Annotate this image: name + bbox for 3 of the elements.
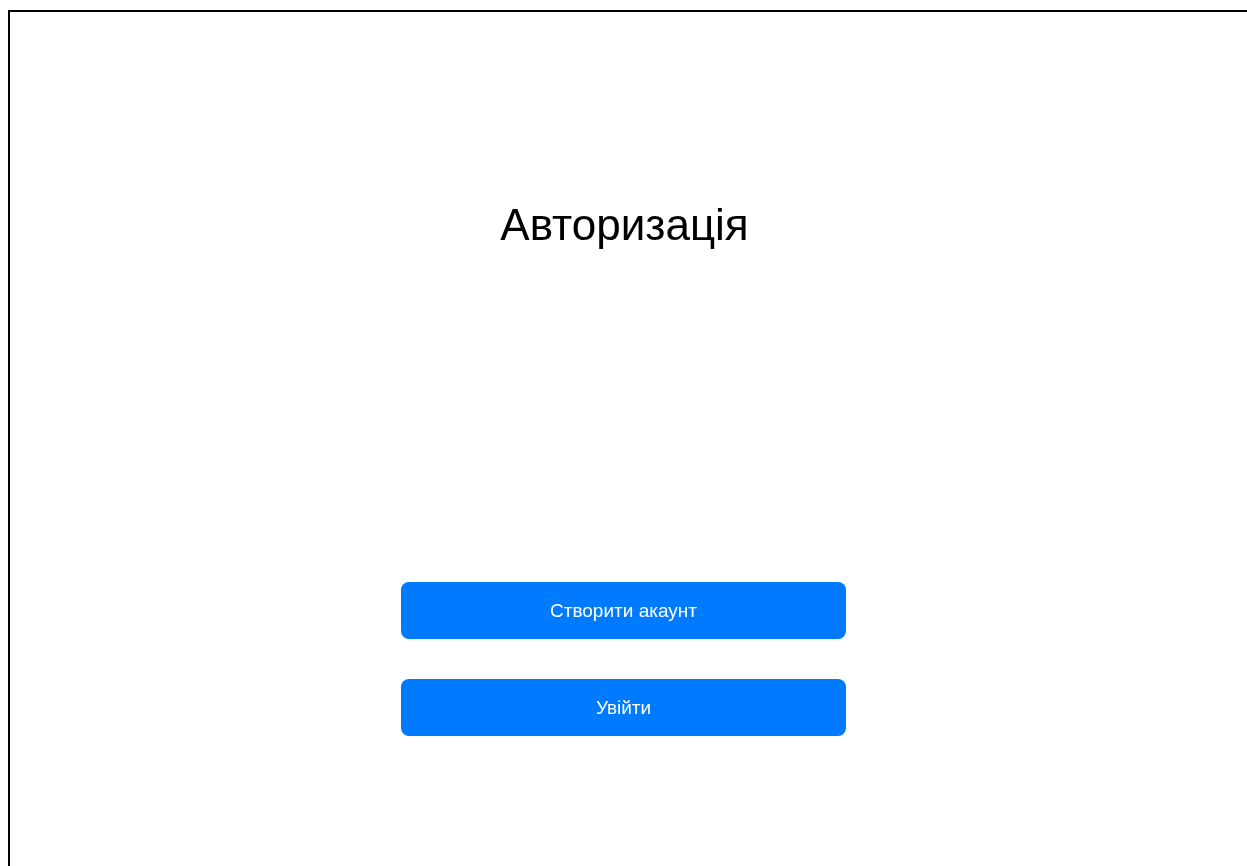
page-title: Авторизація <box>500 199 749 251</box>
action-button[interactable]: Створити акаунт <box>401 582 846 639</box>
action-button[interactable]: Увійти <box>401 679 846 736</box>
